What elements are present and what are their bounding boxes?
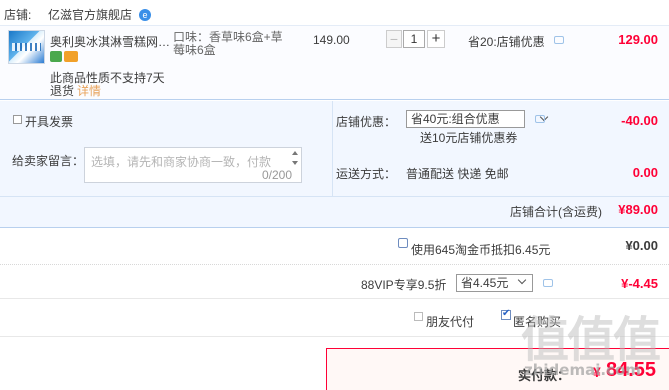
vip-info-icon[interactable] [543,279,553,287]
coins-checkbox[interactable] [398,238,408,248]
quantity-input[interactable]: 1 [403,30,425,48]
seller-message-label: 给卖家留言： [12,154,85,168]
card-payment-icon [64,51,78,62]
shop-subtotal-label: 店铺合计(含运费) [510,205,602,219]
shipping-fee: 0.00 [632,165,658,180]
watermark-logo: 值值值 [521,312,661,368]
coins-label[interactable]: 使用645淘金币抵扣6.45元 [411,241,550,258]
message-char-count: 0/200 [262,168,293,182]
product-spec: 口味：香草味6盒+草莓味6盒 [173,30,283,57]
column-divider [332,101,333,196]
divider [0,298,669,299]
scroll-up-icon[interactable] [292,151,298,155]
invoice-label[interactable]: 开具发票 [25,113,73,130]
shop-coupon-text: 送10元店铺优惠券 [420,131,518,145]
shop-discount-amount: -40.00 [621,113,658,128]
item-discount-text: 省20:店铺优惠 [468,35,545,49]
shop-discount-select[interactable]: 省40元:组合优惠 [406,110,525,128]
invoice-checkbox[interactable] [13,115,22,124]
shop-subtotal-amount: ¥89.00 [618,202,658,217]
scroll-down-icon[interactable] [292,161,298,165]
check-icon: ✔ [502,308,511,319]
friend-pay-checkbox[interactable] [414,312,423,321]
guarantee-icon [50,51,62,62]
quantity-increase-button[interactable]: + [427,30,445,48]
discount-info-icon[interactable] [554,36,564,44]
return-label: 退货 [50,84,75,98]
shop-badge-icon[interactable]: e [139,9,151,21]
product-thumbnail[interactable] [8,30,45,64]
item-total-price: 129.00 [618,32,658,47]
vip-discount-amount: ¥-4.45 [621,276,658,291]
watermark-text: zhidemai.com [524,361,641,379]
coins-amount: ¥0.00 [625,238,658,253]
shipping-method: 普通配送 快递 免邮 [406,167,509,181]
return-detail-link[interactable]: 详情 [77,82,101,99]
discount-info-icon[interactable] [535,115,545,123]
shipping-label: 运送方式： [336,167,397,181]
coins-row [0,229,669,265]
shop-discount-label: 店铺优惠： [336,115,397,129]
shop-label: 店铺: [4,8,32,22]
shop-name-link[interactable]: 亿滋官方旗舰店 [48,6,132,23]
vip-discount-label: 88VIP专享9.5折 [361,278,447,292]
friend-pay-label[interactable]: 朋友代付 [426,313,474,330]
seller-message-placeholder: 选填，请先和商家协商一致，付款 [91,155,272,169]
product-title-link[interactable]: 奥利奥冰淇淋雪糕网… [50,33,172,50]
unit-price: 149.00 [313,33,350,47]
quantity-decrease-button[interactable]: − [386,30,402,48]
